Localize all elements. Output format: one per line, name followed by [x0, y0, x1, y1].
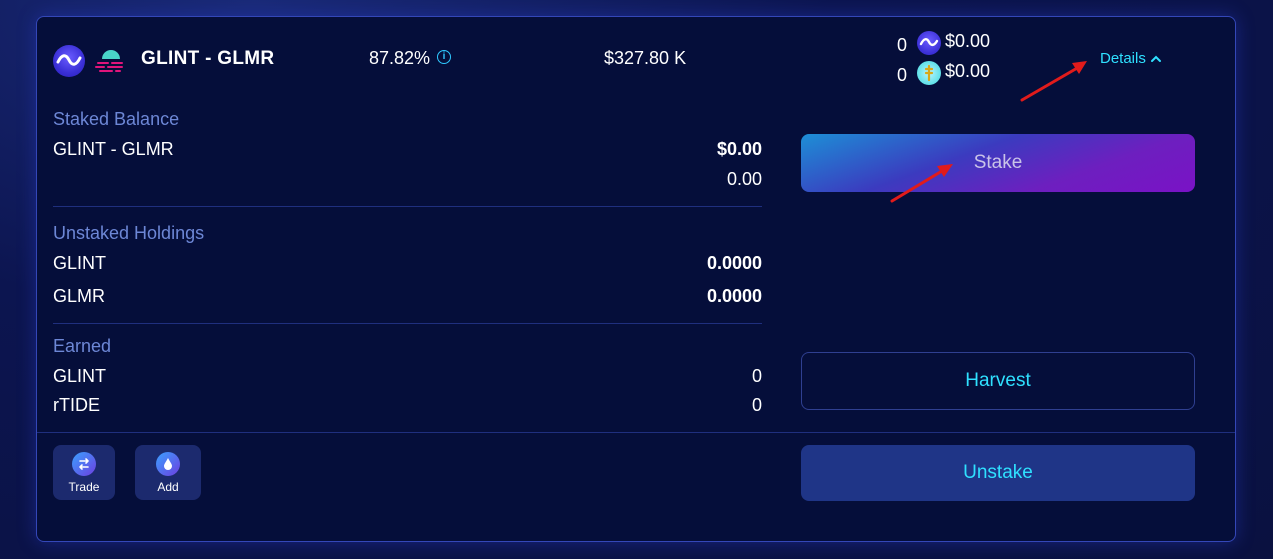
divider	[53, 206, 762, 207]
unstaked-token-label: GLINT	[53, 253, 107, 273]
reward-amount: 0	[897, 35, 908, 55]
earned-token-label: rTIDE	[53, 395, 100, 415]
trade-button[interactable]: Trade	[53, 445, 115, 500]
details-toggle[interactable]: Details	[1100, 50, 1162, 67]
earned-title: Earned	[53, 336, 112, 356]
reward-row: 0 $0.00	[897, 61, 1017, 87]
chevron-up-icon	[1151, 55, 1162, 63]
reward-row: 0 $0.00	[897, 31, 1017, 57]
unstaked-holdings-title: Unstaked Holdings	[53, 223, 205, 243]
staked-pair-label: GLINT - GLMR	[53, 139, 174, 159]
glmr-logo-icon	[93, 45, 127, 77]
glint-token-icon	[917, 31, 941, 55]
unstake-button[interactable]: Unstake	[801, 445, 1195, 501]
unstaked-token-value: 0.0000	[706, 286, 762, 306]
rtide-token-icon	[917, 61, 941, 85]
tvl-value: $327.80 K	[604, 48, 687, 68]
earned-token-value: 0	[751, 395, 762, 415]
stake-button[interactable]: Stake	[801, 134, 1195, 192]
staked-usd-value: $0.00	[716, 139, 762, 159]
harvest-button[interactable]: Harvest	[801, 352, 1195, 410]
drop-icon	[156, 452, 180, 476]
info-icon[interactable]: i	[437, 50, 451, 64]
pair-name: GLINT - GLMR	[141, 48, 275, 69]
staked-balance-title: Staked Balance	[53, 109, 180, 129]
reward-usd: $0.00	[945, 61, 991, 81]
add-label: Add	[157, 480, 179, 494]
staked-amount-value: 0.00	[726, 169, 762, 189]
trade-label: Trade	[68, 480, 100, 494]
annotation-arrow-icon	[890, 164, 953, 203]
footer-divider	[37, 432, 1235, 433]
swap-icon	[72, 452, 96, 476]
details-label: Details	[1100, 50, 1146, 67]
farm-card: GLINT - GLMR 87.82% i $327.80 K 0 $0.00 …	[36, 16, 1236, 542]
earned-token-value: 0	[751, 366, 762, 386]
earned-token-label: GLINT	[53, 366, 107, 386]
reward-usd: $0.00	[945, 31, 991, 51]
unstaked-token-value: 0.0000	[706, 253, 762, 273]
apr-value: 87.82%	[369, 48, 431, 68]
annotation-arrow-icon	[1020, 61, 1087, 102]
unstaked-token-label: GLMR	[53, 286, 106, 306]
add-liquidity-button[interactable]: Add	[135, 445, 201, 500]
pair-logos	[53, 43, 129, 79]
glint-logo-icon	[53, 45, 85, 77]
reward-amount: 0	[897, 65, 908, 85]
divider	[53, 323, 762, 324]
